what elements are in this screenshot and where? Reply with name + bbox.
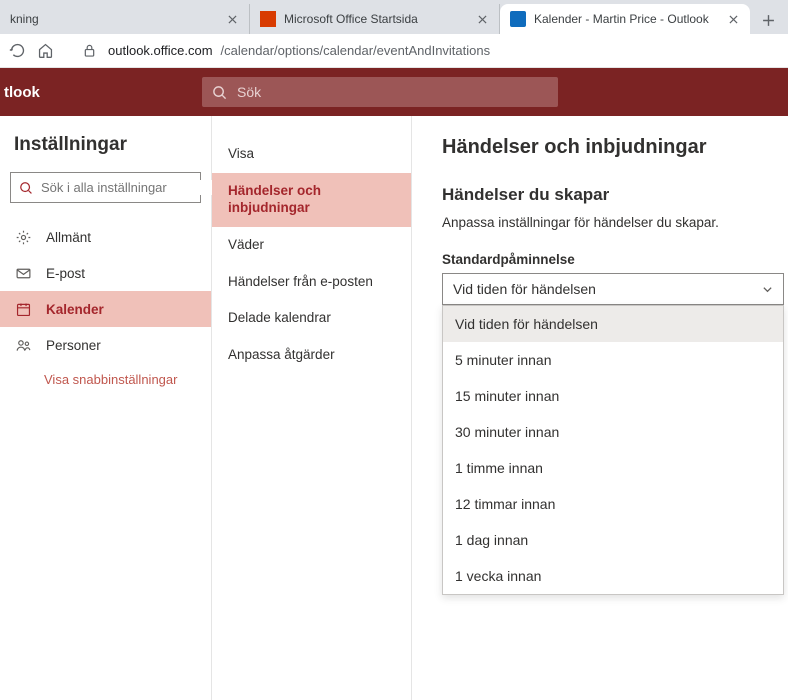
sidebar-item-allmänt[interactable]: Allmänt: [0, 219, 211, 255]
page-title: Händelser och inbjudningar: [442, 136, 788, 159]
search-icon: [19, 181, 33, 195]
sidebar-item-personer[interactable]: Personer: [0, 327, 211, 363]
dropdown-option[interactable]: Vid tiden för händelsen: [443, 306, 783, 342]
search-icon: [212, 85, 227, 100]
settings-sidebar: Inställningar Allmänt E-post Kalender Perso…: [0, 116, 212, 700]
tab-title: Microsoft Office Startsida: [284, 12, 467, 26]
sidebar-item-e-post[interactable]: E-post: [0, 255, 211, 291]
global-search[interactable]: [202, 77, 558, 107]
dropdown-option[interactable]: 5 minuter innan: [443, 342, 783, 378]
sidebar-item-label: Personer: [46, 338, 101, 353]
mail-icon: [14, 264, 32, 282]
select-value: Vid tiden för händelsen: [453, 281, 596, 297]
dropdown-option[interactable]: 30 minuter innan: [443, 414, 783, 450]
close-icon[interactable]: [726, 12, 740, 26]
subnav-item[interactable]: Händelser från e-posten: [212, 264, 411, 301]
settings-subnav: VisaHändelser och inbjudningarVäderHände…: [212, 116, 412, 700]
sidebar-item-kalender[interactable]: Kalender: [0, 291, 211, 327]
people-icon: [14, 336, 32, 354]
subnav-item[interactable]: Delade kalendrar: [212, 300, 411, 337]
dropdown-option[interactable]: 1 dag innan: [443, 522, 783, 558]
brand-label: tlook: [0, 84, 52, 101]
subnav-item[interactable]: Visa: [212, 136, 411, 173]
office-icon: [260, 11, 276, 27]
field-label: Standardpåminnelse: [442, 252, 788, 267]
sidebar-item-label: Kalender: [46, 302, 104, 317]
dropdown-option[interactable]: 1 vecka innan: [443, 558, 783, 594]
browser-tab[interactable]: kning: [0, 4, 250, 34]
reminder-dropdown: Vid tiden för händelsen5 minuter innan15…: [442, 305, 784, 595]
close-icon[interactable]: [475, 12, 489, 26]
gear-icon: [14, 228, 32, 246]
dropdown-option[interactable]: 1 timme innan: [443, 450, 783, 486]
subnav-item[interactable]: Anpassa åtgärder: [212, 337, 411, 374]
close-icon[interactable]: [225, 12, 239, 26]
global-search-input[interactable]: [237, 84, 548, 100]
dropdown-option[interactable]: 12 timmar innan: [443, 486, 783, 522]
sidebar-title: Inställningar: [0, 134, 211, 172]
section-title: Händelser du skapar: [442, 185, 788, 205]
subnav-item[interactable]: Väder: [212, 227, 411, 264]
section-description: Anpassa inställningar för händelser du s…: [442, 215, 788, 230]
lock-icon[interactable]: [80, 42, 98, 60]
outlook-icon: [510, 11, 526, 27]
tab-title: kning: [10, 12, 217, 26]
settings-detail: Händelser och inbjudningar Händelser du …: [412, 116, 788, 700]
browser-url-bar: outlook.office.com/calendar/options/cale…: [0, 34, 788, 68]
reminder-select[interactable]: Vid tiden för händelsen: [442, 273, 784, 305]
url-text[interactable]: outlook.office.com/calendar/options/cale…: [108, 43, 490, 58]
new-tab-button[interactable]: [754, 6, 782, 34]
chevron-down-icon: [762, 284, 773, 295]
sidebar-item-label: E-post: [46, 266, 85, 281]
subnav-item[interactable]: Händelser och inbjudningar: [212, 173, 411, 227]
calendar-icon: [14, 300, 32, 318]
tab-title: Kalender - Martin Price - Outlook: [534, 12, 718, 26]
sidebar-item-label: Allmänt: [46, 230, 91, 245]
reload-icon[interactable]: [8, 42, 26, 60]
browser-tab[interactable]: Microsoft Office Startsida: [250, 4, 500, 34]
quick-settings-link[interactable]: Visa snabbinställningar: [0, 363, 211, 389]
app-header: tlook: [0, 68, 788, 116]
settings-search-input[interactable]: [41, 180, 217, 195]
dropdown-option[interactable]: 15 minuter innan: [443, 378, 783, 414]
browser-tab-bar: kning Microsoft Office Startsida Kalende…: [0, 0, 788, 34]
browser-tab-active[interactable]: Kalender - Martin Price - Outlook: [500, 4, 750, 34]
settings-search[interactable]: [10, 172, 201, 203]
home-icon[interactable]: [36, 42, 54, 60]
